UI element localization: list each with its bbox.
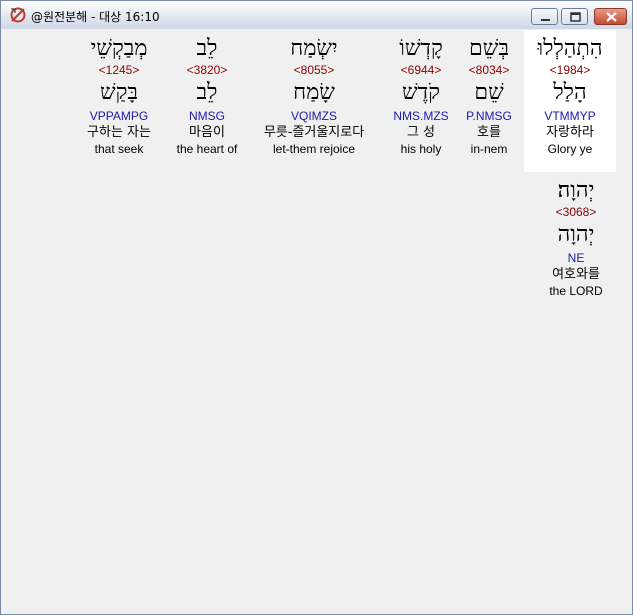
minimize-icon <box>541 19 550 21</box>
english-gloss: Glory ye <box>547 142 593 156</box>
maximize-button[interactable] <box>561 8 588 25</box>
strong-number[interactable]: <3068> <box>511 204 633 220</box>
minimize-button[interactable] <box>531 8 558 25</box>
morphology-code: VTMMYP <box>544 109 596 123</box>
app-logo-icon <box>10 7 26 23</box>
english-gloss: the LORD <box>549 284 603 298</box>
hebrew-root: יְהוָה <box>557 222 595 247</box>
word-block-selected[interactable]: הִתְהַלְלוּ <1984> הָלַל VTMMYP 자랑하라 Glo… <box>505 36 633 157</box>
close-button[interactable] <box>594 8 627 25</box>
title-bar[interactable]: @원전분해 - 대상 16:10 <box>1 1 632 29</box>
strong-number[interactable]: <1984> <box>505 62 633 78</box>
window-title: @원전분해 - 대상 16:10 <box>31 10 160 24</box>
app-window: @원전분해 - 대상 16:10 מְבַקְשֵׁי <1245> בָּקַ… <box>0 0 633 615</box>
hebrew-root: הָלַל <box>553 80 587 105</box>
korean-gloss: 여호와를 <box>552 267 600 282</box>
korean-gloss: 자랑하라 <box>546 125 594 140</box>
hebrew-word: הִתְהַלְלוּ <box>537 36 603 61</box>
interlinear-panel: מְבַקְשֵׁי <1245> בָּקַשׁ VPPAMPG 구하는 자는… <box>7 30 626 608</box>
morphology-code: NE <box>567 251 585 265</box>
word-block[interactable]: יְהוָה׃ <3068> יְהוָה NE 여호와를 the LORD <box>511 178 633 299</box>
maximize-icon <box>570 12 581 22</box>
close-icon <box>606 12 617 22</box>
hebrew-word: יְהוָה׃ <box>557 178 595 203</box>
